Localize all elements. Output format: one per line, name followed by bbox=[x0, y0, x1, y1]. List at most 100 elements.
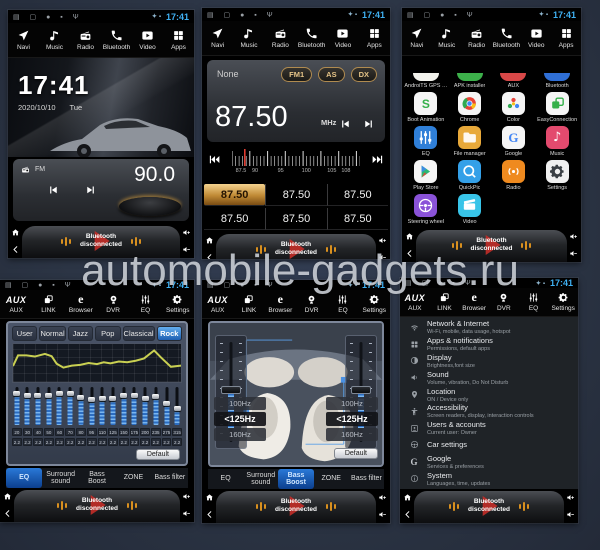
band-button-as[interactable]: AS bbox=[318, 67, 344, 82]
nav-item-bluetooth[interactable]: Bluetooth bbox=[296, 21, 327, 55]
sound-tab-eq[interactable]: EQ bbox=[6, 468, 42, 488]
settings-item-apps-notifications[interactable]: Apps & notificationsPermissions, default… bbox=[400, 336, 578, 353]
settings-item-accessibility[interactable]: AccessibilityScreen readers, display, in… bbox=[400, 403, 578, 420]
prev-track-button[interactable] bbox=[47, 184, 59, 196]
nav-item-link[interactable]: LINK bbox=[32, 290, 64, 318]
back-button[interactable] bbox=[3, 509, 12, 518]
tuning-scale[interactable]: 87.59095100105108 bbox=[206, 146, 386, 182]
nav-item-dvr[interactable]: DVR bbox=[489, 288, 519, 316]
nav-item-apps[interactable]: Apps bbox=[163, 23, 194, 57]
settings-item-display[interactable]: DisplayBrightness,font size bbox=[400, 353, 578, 370]
sound-tab-bass-boost[interactable]: Bass Boost bbox=[79, 468, 115, 488]
nav-item-aux[interactable]: AUXAUX bbox=[202, 290, 233, 318]
app-settings[interactable]: Settings bbox=[535, 159, 579, 193]
eq-band-slider-315[interactable] bbox=[174, 387, 181, 425]
app-radio[interactable]: Radio bbox=[492, 159, 536, 193]
nav-item-navi[interactable]: Navi bbox=[402, 21, 432, 55]
eq-band-slider-70[interactable] bbox=[67, 387, 74, 425]
radio-preset-3[interactable]: 87.50 bbox=[327, 184, 388, 206]
nav-item-aux[interactable]: AUXAUX bbox=[0, 290, 32, 318]
radio-widget[interactable]: FM 90.0 bbox=[13, 159, 189, 221]
nav-item-apps[interactable]: Apps bbox=[551, 21, 581, 55]
eq-preset-normal[interactable]: Normal bbox=[39, 326, 65, 341]
nav-item-dvr[interactable]: DVR bbox=[97, 290, 129, 318]
back-button[interactable] bbox=[11, 245, 20, 254]
nav-item-music[interactable]: Music bbox=[432, 21, 462, 55]
eq-band-slider-150[interactable] bbox=[120, 387, 127, 425]
eq-band-slider-20[interactable] bbox=[13, 387, 20, 425]
radio-preset-6[interactable]: 87.50 bbox=[327, 208, 388, 230]
bass-option-125hz[interactable]: <125Hz bbox=[326, 412, 378, 426]
app-file-manager[interactable]: File manager bbox=[448, 125, 492, 159]
nav-item-eq[interactable]: EQ bbox=[129, 290, 161, 318]
nav-item-browser[interactable]: eBrowser bbox=[65, 290, 97, 318]
home-button[interactable] bbox=[11, 228, 20, 237]
nav-item-settings[interactable]: Settings bbox=[359, 290, 390, 318]
settings-item-users-accounts[interactable]: Users & accountsCurrent user: Owner bbox=[400, 420, 578, 437]
nav-item-navi[interactable]: Navi bbox=[202, 21, 233, 55]
volume-down-button[interactable] bbox=[182, 509, 191, 518]
app-aux[interactable]: AUX bbox=[492, 57, 536, 91]
radio-preset-5[interactable]: 87.50 bbox=[265, 208, 326, 230]
app-apk-installer[interactable]: APK installer bbox=[448, 57, 492, 91]
settings-item-location[interactable]: LocationON / Device only bbox=[400, 386, 578, 403]
seek-down-button[interactable] bbox=[339, 118, 351, 130]
settings-item-system[interactable]: SystemLanguages, time, updates bbox=[400, 470, 578, 487]
nav-item-browser[interactable]: eBrowser bbox=[265, 290, 296, 318]
eq-band-slider-30[interactable] bbox=[24, 387, 31, 425]
default-button[interactable]: Default bbox=[136, 449, 180, 460]
app-color[interactable]: Color bbox=[492, 91, 536, 125]
radio-preset-2[interactable]: 87.50 bbox=[265, 184, 326, 206]
nav-item-radio[interactable]: Radio bbox=[265, 21, 296, 55]
bass-option-125hz[interactable]: <125Hz bbox=[214, 412, 266, 426]
nav-item-music[interactable]: Music bbox=[39, 23, 70, 57]
band-button-fm1[interactable]: FM1 bbox=[281, 67, 312, 82]
volume-down-button[interactable] bbox=[378, 510, 387, 519]
app-boot-animation[interactable]: S Boot Animation bbox=[404, 91, 448, 125]
app-quickpic[interactable]: QuickPic bbox=[448, 159, 492, 193]
nav-item-eq[interactable]: EQ bbox=[519, 288, 549, 316]
home-button[interactable] bbox=[205, 236, 214, 245]
home-button[interactable] bbox=[405, 232, 414, 241]
bass-option-100hz[interactable]: 100Hz bbox=[214, 397, 266, 410]
app-androits-gps-test[interactable]: AndroiTS GPS Test bbox=[404, 57, 448, 91]
back-button[interactable] bbox=[205, 253, 214, 259]
eq-band-slider-95[interactable] bbox=[88, 387, 95, 425]
app-eq[interactable]: EQ bbox=[404, 125, 448, 159]
eq-preset-classical[interactable]: Classical bbox=[123, 326, 155, 341]
nav-item-music[interactable]: Music bbox=[233, 21, 264, 55]
bass-option-160hz[interactable]: 160Hz bbox=[214, 428, 266, 441]
eq-band-slider-60[interactable] bbox=[56, 387, 63, 425]
eq-preset-jazz[interactable]: Jazz bbox=[68, 326, 93, 341]
nav-item-bluetooth[interactable]: Bluetooth bbox=[491, 21, 521, 55]
nav-item-eq[interactable]: EQ bbox=[327, 290, 358, 318]
nav-item-radio[interactable]: Radio bbox=[70, 23, 101, 57]
nav-item-apps[interactable]: Apps bbox=[359, 21, 390, 55]
nav-item-link[interactable]: LINK bbox=[233, 290, 264, 318]
radio-preset-4[interactable]: 87.50 bbox=[204, 208, 265, 230]
back-button[interactable] bbox=[205, 510, 214, 519]
sound-tab-bass-filter[interactable]: Bass filter bbox=[152, 468, 188, 488]
volume-down-button[interactable] bbox=[182, 245, 191, 254]
scan-down-button[interactable] bbox=[208, 153, 221, 166]
back-button[interactable] bbox=[403, 510, 412, 519]
volume-up-button[interactable] bbox=[378, 236, 387, 245]
next-track-button[interactable] bbox=[85, 184, 97, 196]
volume-down-button[interactable] bbox=[378, 253, 387, 259]
nav-item-video[interactable]: Video bbox=[521, 21, 551, 55]
app-music[interactable]: ♪ Music bbox=[535, 125, 579, 159]
settings-item-network-internet[interactable]: Network & InternetWi-Fi, mobile, data us… bbox=[400, 319, 578, 336]
volume-up-button[interactable] bbox=[378, 493, 387, 502]
nav-item-video[interactable]: Video bbox=[327, 21, 358, 55]
volume-down-button[interactable] bbox=[569, 249, 578, 258]
app-steering-wheel[interactable]: Steering wheel bbox=[404, 193, 448, 227]
sound-tab-zone[interactable]: ZONE bbox=[115, 468, 151, 488]
home-button[interactable] bbox=[205, 493, 214, 502]
sound-tab-surround-sound[interactable]: Surround sound bbox=[243, 469, 278, 489]
radio-preset-1[interactable]: 87.50 bbox=[204, 184, 265, 206]
seek-up-button[interactable] bbox=[363, 118, 375, 130]
home-button[interactable] bbox=[403, 493, 412, 502]
nav-item-browser[interactable]: eBrowser bbox=[459, 288, 489, 316]
sound-tab-bass-boost[interactable]: Bass Boost bbox=[278, 469, 313, 489]
app-play-store[interactable]: Play Store bbox=[404, 159, 448, 193]
